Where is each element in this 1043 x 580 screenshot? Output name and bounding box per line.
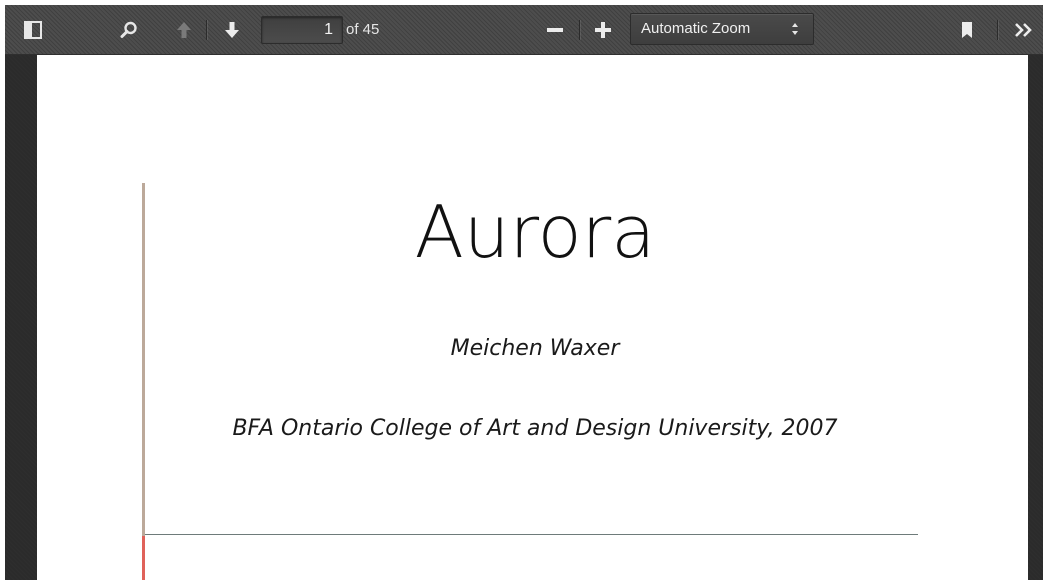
toolbar-separator — [997, 20, 998, 40]
minus-icon[interactable] — [543, 18, 567, 42]
page-count-label: of 45 — [346, 21, 380, 38]
document-page — [37, 55, 1028, 580]
document-title: Aurora — [414, 190, 656, 274]
arrow-down-icon[interactable] — [220, 18, 244, 42]
double-chevron-right-icon[interactable] — [1011, 18, 1037, 42]
search-icon[interactable] — [117, 18, 141, 42]
page-margin-rule — [142, 183, 145, 580]
toolbar-separator — [579, 20, 580, 40]
page-margin-rule-accent — [142, 536, 145, 580]
document-degree: BFA Ontario College of Art and Design Un… — [232, 416, 838, 441]
toolbar-separator — [206, 20, 207, 40]
arrow-up-icon[interactable] — [172, 18, 196, 42]
pdf-viewer: 1 of 45 Automatic Zoom Aurora Meichen Wa… — [0, 0, 1043, 580]
bookmark-icon[interactable] — [955, 18, 979, 42]
page-number-input[interactable]: 1 — [261, 16, 343, 44]
toolbar: 1 of 45 Automatic Zoom — [5, 5, 1043, 55]
document-author: Meichen Waxer — [450, 336, 620, 361]
plus-icon[interactable] — [591, 18, 615, 42]
page-horizontal-rule — [145, 534, 918, 535]
zoom-select[interactable]: Automatic Zoom — [630, 13, 814, 45]
select-arrows-icon — [792, 23, 798, 35]
sidebar-toggle-icon[interactable] — [21, 18, 45, 42]
zoom-select-value: Automatic Zoom — [641, 20, 751, 37]
